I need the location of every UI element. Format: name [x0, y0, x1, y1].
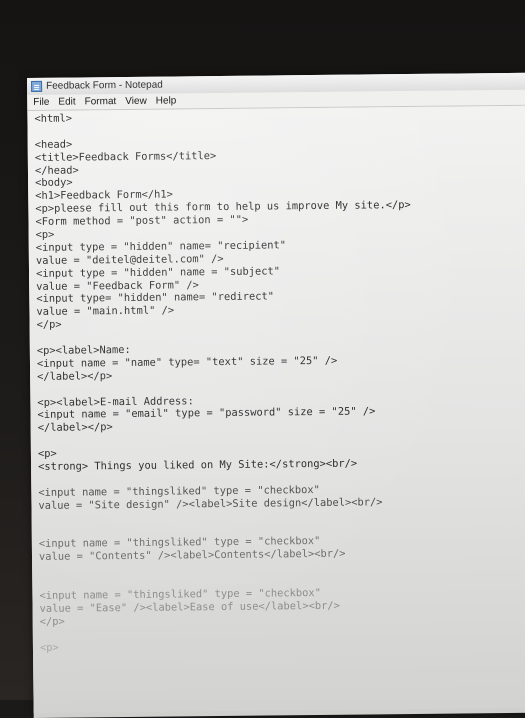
- window-title: Feedback Form - Notepad: [46, 79, 163, 92]
- text-editor-area[interactable]: <html> <head> <title>Feedback Forms</tit…: [27, 105, 525, 713]
- notepad-window: Feedback Form - Notepad File Edit Format…: [27, 72, 525, 718]
- menu-edit[interactable]: Edit: [58, 96, 75, 107]
- menu-help[interactable]: Help: [156, 95, 177, 106]
- editor-block-1: <html> <head> <title>Feedback Forms</tit…: [34, 108, 525, 487]
- editor-block-3: <input name = "thingsliked" type = "chec…: [39, 533, 525, 590]
- editor-block-4: <input name = "thingsliked" type = "chec…: [39, 585, 525, 642]
- menu-view[interactable]: View: [125, 96, 147, 107]
- menu-file[interactable]: File: [33, 97, 49, 108]
- menu-format[interactable]: Format: [85, 96, 117, 107]
- editor-block-2: <input name = "thingsliked" type = "chec…: [38, 481, 525, 538]
- notepad-icon: [31, 80, 43, 92]
